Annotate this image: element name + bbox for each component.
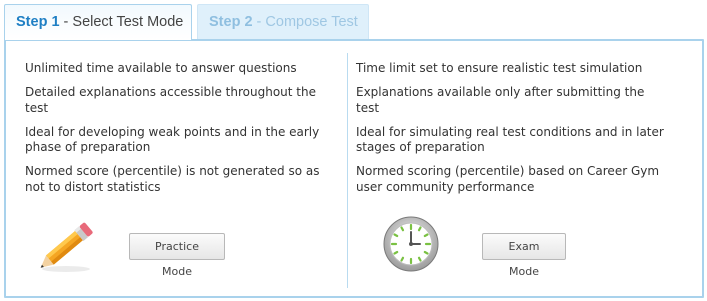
exam-mode-button[interactable]: Exam Mode	[482, 233, 566, 278]
tab-label: - Select Test Mode	[63, 14, 184, 30]
pencil-icon	[40, 222, 93, 272]
practice-feature: Normed score (percentile) is not generat…	[25, 164, 320, 194]
practice-mode-button[interactable]: Practice Mode	[129, 233, 225, 278]
practice-feature: Unlimited time available to answer quest…	[25, 61, 297, 75]
tab-step-number: Step 1	[16, 14, 60, 30]
exam-feature: Time limit set to ensure realistic test …	[356, 61, 643, 75]
practice-feature: Ideal for developing weak points and in …	[25, 124, 320, 155]
mode-panel: Unlimited time available to answer quest…	[4, 39, 704, 298]
column-divider	[347, 53, 348, 288]
tab-step-number: Step 2	[209, 14, 253, 30]
exam-feature: Explanations available only after submit…	[356, 85, 645, 115]
test-mode-selector: Step 1 - Select Test Mode Step 2 - Compo…	[0, 0, 707, 301]
exam-feature: Normed scoring (percentile) based on Car…	[356, 164, 660, 194]
tab-step-2-compose-test[interactable]: Step 2 - Compose Test	[197, 4, 369, 39]
practice-feature: Detailed explanations accessible through…	[25, 85, 316, 115]
exam-mode-description: Time limit set to ensure realistic test …	[356, 61, 666, 204]
tab-step-1-select-test-mode[interactable]: Step 1 - Select Test Mode	[4, 4, 192, 40]
practice-mode-description: Unlimited time available to answer quest…	[25, 61, 335, 204]
tab-label: - Compose Test	[256, 14, 358, 30]
clock-icon	[383, 216, 439, 272]
exam-feature: Ideal for simulating real test condition…	[356, 124, 664, 155]
